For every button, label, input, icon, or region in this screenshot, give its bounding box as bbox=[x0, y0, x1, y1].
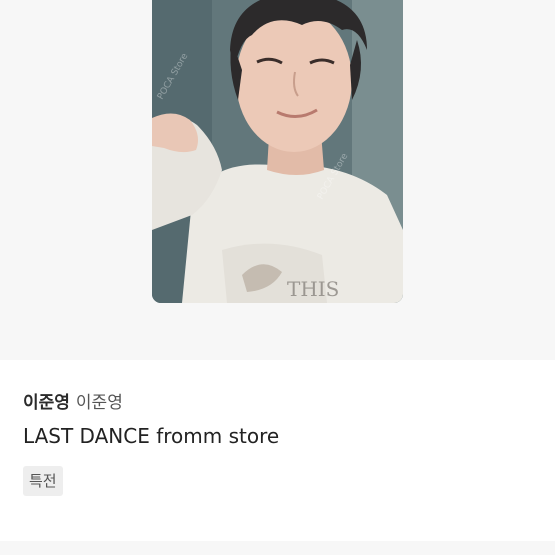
photocard-image[interactable]: THIS POCA Store POCA Store bbox=[152, 0, 403, 303]
product-info: 이준영 이준영 LAST DANCE fromm store 특전 bbox=[23, 390, 532, 496]
product-image-area[interactable]: THIS POCA Store POCA Store bbox=[0, 0, 555, 360]
product-title: LAST DANCE fromm store bbox=[23, 424, 280, 448]
artist-name-primary[interactable]: 이준영 bbox=[23, 390, 70, 416]
artist-name-secondary[interactable]: 이준영 bbox=[76, 390, 123, 416]
section-divider bbox=[0, 541, 555, 555]
category-tag[interactable]: 특전 bbox=[23, 466, 63, 496]
artist-names: 이준영 이준영 bbox=[23, 390, 532, 416]
photocard-illustration: THIS POCA Store POCA Store bbox=[152, 0, 403, 303]
svg-text:THIS: THIS bbox=[287, 277, 339, 301]
product-page: THIS POCA Store POCA Store 이준영 이준영 LAST … bbox=[0, 0, 555, 555]
